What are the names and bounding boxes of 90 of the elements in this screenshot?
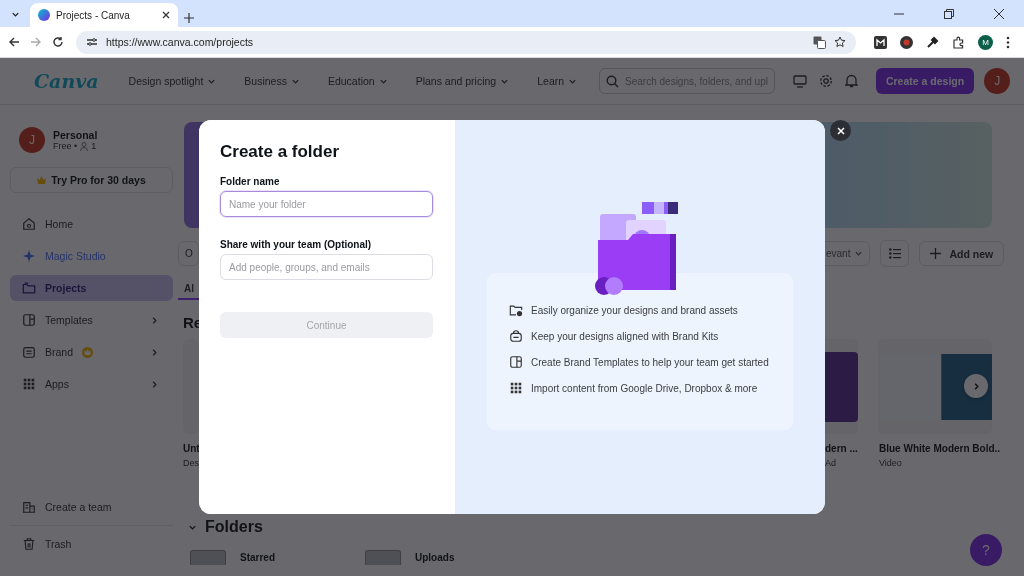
browser-tab[interactable]: Projects - Canva bbox=[30, 3, 178, 27]
plan-label: Free • bbox=[53, 141, 78, 151]
chevron-right-icon bbox=[150, 315, 159, 325]
tab-title: Projects - Canva bbox=[56, 9, 131, 21]
extension-icon[interactable] bbox=[900, 35, 913, 49]
feature-text: Import content from Google Drive, Dropbox & more bbox=[531, 382, 758, 394]
close-icon bbox=[836, 126, 845, 135]
more-menu-icon[interactable] bbox=[1006, 35, 1010, 49]
design-title[interactable]: dern ... bbox=[825, 443, 873, 454]
brand-kit-icon bbox=[22, 345, 36, 359]
brand-kit-icon bbox=[509, 329, 523, 343]
design-type: Ad bbox=[825, 458, 837, 468]
design-thumbnail[interactable] bbox=[878, 339, 992, 434]
template-icon bbox=[509, 355, 523, 369]
sidebar-item[interactable]: Magic Studio bbox=[10, 243, 173, 269]
feature-text: Easily organize your designs and brand assets bbox=[531, 304, 738, 316]
design-title[interactable]: Blue White Modern Bold.. bbox=[879, 443, 1001, 454]
crown-icon bbox=[37, 176, 47, 184]
account-name: Personal bbox=[53, 129, 98, 141]
sidebar-item[interactable]: Projects bbox=[10, 275, 173, 301]
list-icon bbox=[888, 248, 901, 259]
apps-grid-icon bbox=[22, 377, 36, 391]
crown-badge-icon bbox=[82, 346, 94, 358]
feature-text: Create Brand Templates to help your team get started bbox=[531, 356, 769, 368]
dialog-title: Create a folder bbox=[220, 142, 341, 162]
help-button[interactable]: ? bbox=[970, 534, 1002, 566]
try-pro-button[interactable]: Try Pro for 30 days bbox=[10, 167, 173, 193]
account-avatar[interactable]: J bbox=[19, 127, 45, 153]
person-icon bbox=[80, 141, 89, 151]
address-bar[interactable]: https://www.canva.com/projects bbox=[76, 30, 856, 54]
folder-name[interactable]: Starred bbox=[240, 551, 275, 563]
site-settings-icon[interactable] bbox=[86, 36, 98, 48]
sidebar-item[interactable]: Templates bbox=[10, 307, 173, 333]
settings-icon[interactable] bbox=[818, 74, 833, 88]
bell-icon[interactable] bbox=[844, 74, 858, 88]
add-new-button[interactable]: Add new bbox=[919, 241, 1005, 266]
monitor-icon[interactable] bbox=[792, 74, 807, 88]
new-tab-icon[interactable] bbox=[184, 13, 194, 23]
folder-icon bbox=[22, 281, 36, 295]
input-field[interactable]: Name your folder bbox=[220, 191, 433, 217]
field-label: Folder name bbox=[220, 176, 281, 187]
create-design-button[interactable]: Create a design bbox=[875, 68, 975, 94]
puzzle-icon[interactable] bbox=[952, 35, 965, 49]
nav-menu-item[interactable]: Design spotlight bbox=[122, 71, 223, 91]
feature-text: Keep your designs aligned with Brand Kits bbox=[531, 330, 719, 342]
list-view-button[interactable] bbox=[880, 240, 910, 267]
star-icon[interactable] bbox=[834, 36, 846, 48]
design-title[interactable]: Unt bbox=[183, 443, 199, 454]
nav-menu-item[interactable]: Business bbox=[238, 71, 306, 91]
sidebar-item[interactable]: Create a team bbox=[10, 491, 173, 523]
sidebar-item[interactable]: Home bbox=[10, 211, 173, 237]
plus-icon bbox=[930, 248, 942, 259]
chevron-right-icon bbox=[150, 379, 159, 389]
sparkle-icon bbox=[22, 249, 36, 263]
sidebar-item[interactable]: Brand bbox=[10, 339, 173, 365]
back-arrow-icon[interactable] bbox=[8, 36, 20, 48]
favicon-icon bbox=[38, 9, 50, 21]
close-icon[interactable] bbox=[162, 11, 170, 19]
url-text: https://www.canva.com/projects bbox=[106, 36, 255, 48]
home-icon bbox=[22, 217, 36, 231]
folder-thumbnail[interactable] bbox=[190, 549, 226, 565]
section-heading: Folders bbox=[205, 518, 263, 536]
translate-icon[interactable] bbox=[813, 35, 826, 49]
design-type: Des bbox=[183, 458, 199, 468]
reload-icon[interactable] bbox=[52, 36, 64, 48]
search-icon bbox=[606, 74, 620, 88]
filter-button[interactable]: O bbox=[178, 241, 199, 266]
folder-plus-icon bbox=[509, 303, 523, 317]
chevron-down-icon bbox=[854, 249, 864, 258]
eyedropper-icon[interactable] bbox=[926, 35, 939, 49]
building-icon bbox=[22, 500, 36, 514]
mail-extension-icon[interactable] bbox=[874, 35, 887, 49]
design-thumbnail[interactable] bbox=[183, 339, 199, 434]
apps-grid-icon bbox=[509, 381, 523, 395]
profile-avatar[interactable]: M bbox=[978, 34, 993, 50]
sidebar-item[interactable]: Apps bbox=[10, 371, 173, 397]
folder-thumbnail[interactable] bbox=[365, 549, 401, 565]
field-label: Share with your team (Optional) bbox=[220, 239, 373, 250]
design-type: Video bbox=[879, 458, 903, 468]
member-count: 1 bbox=[91, 141, 97, 151]
nav-menu-item[interactable]: Learn bbox=[531, 71, 584, 91]
nav-menu-item[interactable]: Education bbox=[321, 71, 394, 91]
trash-icon bbox=[22, 537, 36, 551]
template-icon bbox=[22, 313, 36, 327]
nav-menu-item[interactable]: Plans and pricing bbox=[409, 71, 516, 91]
sidebar-item[interactable]: Trash bbox=[10, 528, 173, 560]
user-avatar[interactable]: J bbox=[984, 68, 1011, 94]
folder-name[interactable]: Uploads bbox=[415, 551, 455, 563]
logo[interactable]: Canva bbox=[34, 70, 99, 92]
chevron-right-icon bbox=[150, 347, 159, 357]
